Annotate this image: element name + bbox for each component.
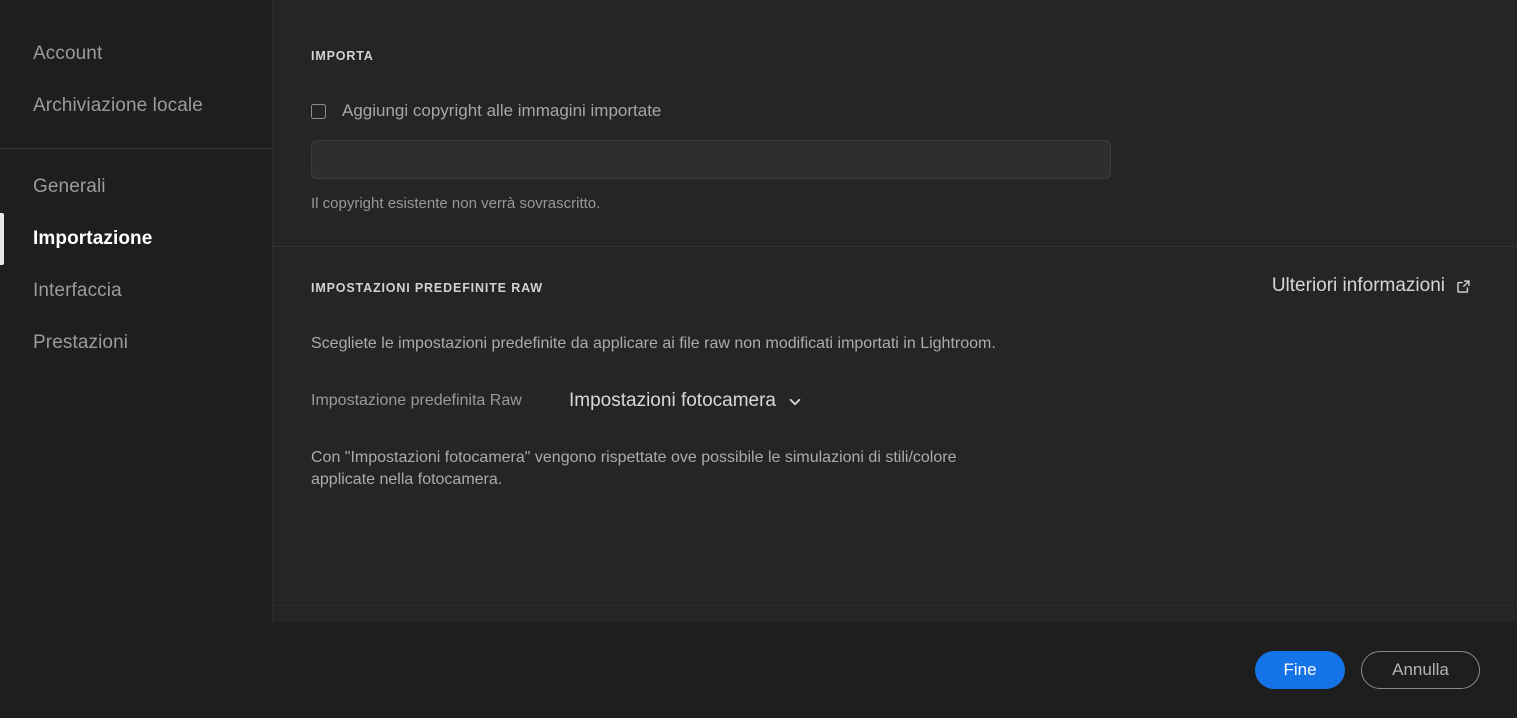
sidebar-item-label: Archiviazione locale	[33, 95, 203, 116]
sidebar-item-label: Generali	[33, 176, 106, 197]
sidebar-item-label: Importazione	[33, 228, 152, 249]
import-section: IMPORTA Aggiungi copyright alle immagini…	[273, 0, 1517, 246]
content-bottom-edge	[273, 605, 1517, 606]
chevron-down-icon	[787, 394, 803, 410]
add-copyright-checkbox[interactable]	[311, 104, 326, 119]
sidebar-item-label: Prestazioni	[33, 332, 128, 353]
import-section-title: IMPORTA	[311, 49, 1479, 63]
sidebar-item-prestazioni[interactable]: Prestazioni	[0, 317, 272, 369]
raw-section-header: IMPOSTAZIONI PREDEFINITE RAW Ulteriori i…	[311, 279, 1479, 297]
raw-preset-row: Impostazione predefinita Raw Impostazion…	[311, 390, 1479, 412]
raw-preset-value: Impostazioni fotocamera	[569, 390, 776, 412]
sidebar-item-label: Account	[33, 43, 102, 64]
copyright-input[interactable]	[311, 140, 1111, 179]
sidebar-item-interfaccia[interactable]: Interfaccia	[0, 265, 272, 317]
settings-sidebar: Account Archiviazione locale Generali Im…	[0, 0, 272, 622]
sidebar-group-account: Account Archiviazione locale	[0, 28, 272, 132]
raw-description: Scegliete le impostazioni predefinite da…	[311, 335, 1479, 353]
sidebar-item-importazione[interactable]: Importazione	[0, 213, 272, 265]
cancel-button[interactable]: Annulla	[1361, 651, 1480, 689]
raw-presets-section: IMPOSTAZIONI PREDEFINITE RAW Ulteriori i…	[273, 247, 1517, 491]
sidebar-item-account[interactable]: Account	[0, 28, 272, 80]
copyright-hint: Il copyright esistente non verrà sovrasc…	[311, 195, 1479, 212]
settings-content: IMPORTA Aggiungi copyright alle immagini…	[272, 0, 1517, 622]
external-link-icon	[1456, 279, 1471, 294]
add-copyright-checkbox-row[interactable]: Aggiungi copyright alle immagini importa…	[311, 101, 661, 121]
sidebar-group-preferences: Generali Importazione Interfaccia Presta…	[0, 161, 272, 369]
sidebar-divider	[0, 148, 272, 149]
sidebar-item-generali[interactable]: Generali	[0, 161, 272, 213]
add-copyright-label: Aggiungi copyright alle immagini importa…	[342, 101, 661, 121]
dialog-footer: Fine Annulla	[0, 622, 1517, 718]
raw-preset-dropdown[interactable]: Impostazioni fotocamera	[569, 390, 803, 412]
done-button[interactable]: Fine	[1255, 651, 1345, 689]
preferences-dialog: Account Archiviazione locale Generali Im…	[0, 0, 1517, 718]
learn-more-label: Ulteriori informazioni	[1272, 275, 1445, 297]
raw-section-title: IMPOSTAZIONI PREDEFINITE RAW	[311, 281, 543, 295]
sidebar-item-label: Interfaccia	[33, 280, 122, 301]
raw-preset-label: Impostazione predefinita Raw	[311, 392, 569, 410]
sidebar-item-archiviazione-locale[interactable]: Archiviazione locale	[0, 80, 272, 132]
dialog-body: Account Archiviazione locale Generali Im…	[0, 0, 1517, 622]
raw-preset-note: Con "Impostazioni fotocamera" vengono ri…	[311, 447, 1001, 491]
learn-more-link[interactable]: Ulteriori informazioni	[1272, 275, 1471, 297]
